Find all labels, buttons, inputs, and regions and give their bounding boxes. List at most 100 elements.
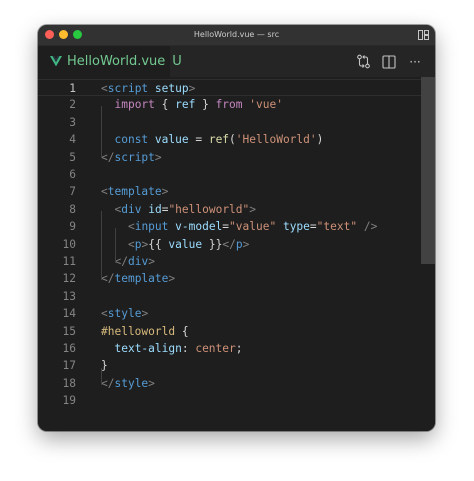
code-line[interactable]: 12 </template> bbox=[38, 270, 422, 287]
line-number: 9 bbox=[69, 220, 76, 234]
code-line[interactable]: 7 <template> bbox=[38, 183, 422, 200]
line-number: 6 bbox=[69, 168, 76, 181]
code-token: v-model bbox=[175, 220, 223, 234]
code-line[interactable]: 16 text-align: center; bbox=[38, 340, 422, 357]
code-token: setup bbox=[154, 82, 189, 95]
line-code: <input v-model="value" type="text" /> bbox=[101, 218, 377, 235]
scrollbar-thumb[interactable] bbox=[421, 77, 435, 264]
line-number: 10 bbox=[62, 237, 76, 251]
line-number: 8 bbox=[69, 202, 76, 216]
line-number: 15 bbox=[62, 324, 76, 338]
line-code: <style> bbox=[101, 305, 148, 322]
code-token: 'HelloWorld' bbox=[235, 133, 317, 147]
indent-guide bbox=[101, 106, 102, 158]
code-token: </ bbox=[222, 237, 236, 251]
code-line[interactable]: 15 #helloworld { bbox=[38, 323, 422, 340]
line-number: 17 bbox=[62, 359, 76, 373]
code-token: "value" bbox=[229, 220, 277, 234]
code-token: > bbox=[148, 376, 155, 390]
code-token: ) bbox=[316, 133, 324, 147]
code-token: </ bbox=[114, 255, 128, 268]
code-token: value bbox=[168, 237, 203, 251]
code-token: > bbox=[242, 237, 250, 251]
code-line[interactable]: 8 <div id="helloworld"> bbox=[38, 201, 422, 218]
line-number: 5 bbox=[69, 150, 76, 164]
line-code: <script setup> bbox=[101, 80, 195, 97]
code-token: > bbox=[168, 272, 176, 286]
code-token: template bbox=[114, 272, 169, 286]
code-token: < bbox=[127, 237, 135, 251]
code-token: }} bbox=[202, 237, 223, 251]
line-number: 18 bbox=[62, 376, 76, 390]
code-line[interactable]: 1 <script setup> bbox=[38, 79, 422, 97]
code-token: const bbox=[114, 133, 149, 147]
code-line[interactable]: 18 </style> bbox=[38, 375, 422, 392]
window-title: HelloWorld.vue — src bbox=[193, 30, 280, 39]
code-token: </ bbox=[101, 150, 115, 164]
code-token: > bbox=[154, 150, 162, 164]
code-token: script bbox=[114, 150, 155, 164]
code-line[interactable]: 5 </script> bbox=[38, 149, 422, 166]
line-code: #helloworld { bbox=[101, 323, 189, 340]
code-token: { bbox=[175, 324, 189, 338]
code-line[interactable]: 2 import { ref } from 'vue' bbox=[38, 96, 422, 113]
code-token: } bbox=[101, 359, 108, 373]
line-number: 12 bbox=[62, 272, 76, 286]
code-token: ref bbox=[175, 98, 196, 112]
code-line[interactable]: 3 bbox=[38, 114, 422, 131]
line-code: <template> bbox=[101, 183, 168, 200]
line-code: <div id="helloworld"> bbox=[101, 201, 256, 218]
line-number: 7 bbox=[69, 185, 76, 199]
code-token: > bbox=[161, 185, 169, 199]
line-code: const value = ref('HelloWorld') bbox=[101, 131, 323, 148]
editor-window: HelloWorld.vue — src HelloWorld.vue U ··… bbox=[38, 25, 435, 431]
code-token: = bbox=[188, 133, 209, 147]
code-token: < bbox=[101, 307, 108, 321]
code-line[interactable]: 4 const value = ref('HelloWorld') bbox=[38, 131, 422, 148]
git-compare-icon[interactable] bbox=[355, 54, 371, 70]
code-line[interactable]: 19 bbox=[38, 392, 422, 409]
line-code: text-align: center; bbox=[101, 340, 243, 357]
code-token: from bbox=[215, 98, 243, 112]
code-line[interactable]: 17} bbox=[38, 357, 422, 374]
code-line[interactable]: 11 </div> bbox=[38, 253, 422, 270]
indent-guide bbox=[101, 368, 102, 385]
code-token: < bbox=[101, 82, 108, 95]
git-untracked-badge: U bbox=[172, 54, 182, 69]
line-code: } bbox=[101, 357, 108, 374]
line-code: </div> bbox=[101, 253, 154, 270]
code-token: > bbox=[141, 307, 149, 321]
line-number: 4 bbox=[69, 133, 76, 147]
code-token: style bbox=[114, 376, 149, 390]
code-token: ; bbox=[235, 342, 243, 355]
code-token: {{ bbox=[148, 237, 169, 251]
line-code: </script> bbox=[101, 149, 162, 166]
customize-layout-icon[interactable] bbox=[417, 29, 429, 41]
code-line[interactable]: 14 <style> bbox=[38, 305, 422, 322]
split-editor-icon[interactable] bbox=[381, 54, 397, 70]
vertical-scrollbar[interactable] bbox=[421, 77, 435, 431]
code-token: input bbox=[134, 220, 169, 234]
code-editor[interactable]: 1 <script setup> 2 import { ref } from 'vu… bbox=[38, 77, 435, 431]
code-line[interactable]: 10 <p>{{ value }}</p> bbox=[38, 236, 422, 253]
tab-helloworld-vue[interactable]: HelloWorld.vue U bbox=[38, 46, 182, 77]
code-token: ref bbox=[208, 133, 230, 147]
line-number: 14 bbox=[62, 307, 76, 321]
code-token: import bbox=[114, 98, 155, 112]
more-actions-icon[interactable]: ··· bbox=[407, 54, 423, 70]
code-token: type bbox=[282, 220, 310, 234]
tab-filename: HelloWorld.vue bbox=[67, 54, 166, 69]
line-number: 11 bbox=[62, 255, 76, 268]
code-line[interactable]: 6 bbox=[38, 166, 422, 183]
code-line[interactable]: 9 <input v-model="value" type="text" /> bbox=[38, 218, 422, 235]
code-token: </ bbox=[101, 376, 115, 390]
code-token: /> bbox=[363, 220, 378, 234]
code-token: > bbox=[249, 202, 257, 216]
code-line[interactable]: 13 bbox=[38, 288, 422, 305]
code-token: text-align bbox=[114, 342, 182, 355]
code-token: 'vue' bbox=[249, 98, 283, 112]
